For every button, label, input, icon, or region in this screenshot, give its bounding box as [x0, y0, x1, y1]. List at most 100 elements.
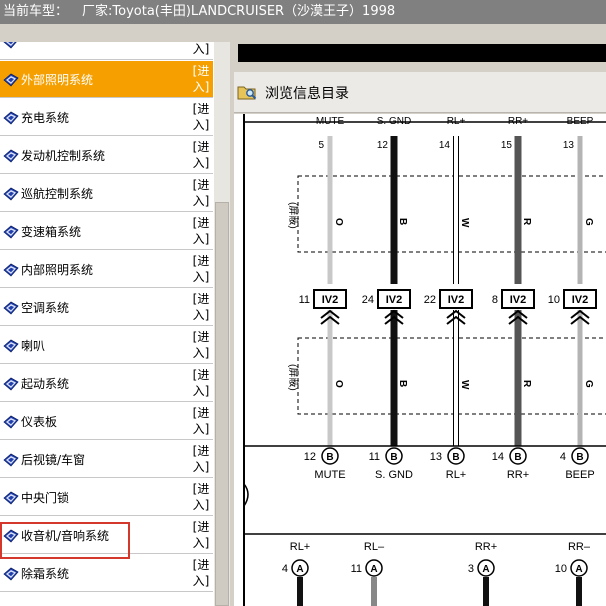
sidebar-item-8[interactable]: 喇叭 [进 入] [0, 327, 213, 364]
sidebar-item-label: 空调系统 [21, 301, 70, 315]
wire-color-code: O [333, 218, 344, 226]
pin-number: 4 [560, 451, 566, 463]
wire-color-code: R [521, 218, 532, 226]
pin-function-label: RL+ [447, 116, 466, 127]
shield-label: (屏蔽) [287, 202, 299, 229]
pin-number: 14 [439, 140, 451, 151]
connector-pin-number: 10 [548, 294, 560, 306]
book-icon [3, 491, 19, 505]
enter-link[interactable]: [进入] [190, 557, 212, 589]
sidebar-item-7[interactable]: 空调系统 [进 入] [0, 289, 213, 326]
wiring-diagram-canvas: (屏蔽) (屏蔽) MUTE 5 O O 11 IV2 12 B MUTE S. GND 12 B B 24 I… [243, 114, 606, 606]
shield-box-bottom [297, 337, 606, 415]
folder-search-icon [237, 86, 257, 100]
sidebar-item-12[interactable]: 中央门锁 [进 入] [0, 479, 213, 516]
book-icon [3, 415, 19, 429]
sidebar-item-4[interactable]: 巡航控制系统 [进 入] [0, 175, 213, 212]
vertical-scrollbar[interactable] [214, 42, 230, 606]
enter-link[interactable]: [进入] [190, 177, 212, 209]
pin-function-label: BEEP [565, 469, 594, 481]
pin-function-label: MUTE [314, 469, 345, 481]
pin-number: 15 [501, 140, 513, 151]
book-icon [3, 377, 19, 391]
sidebar-item-1[interactable]: 外部照明系统 [进 入] [0, 61, 213, 98]
enter-link[interactable]: [进入] [190, 367, 212, 399]
system-list-panel: 防抱死制动系统（ABS）[进入]外部照明系统[进入]充电系统[进入]发动机控制系… [0, 42, 214, 606]
book-icon [3, 73, 19, 87]
connector-label: IV2 [322, 294, 339, 306]
pin-letter: B [326, 452, 333, 463]
enter-link[interactable]: [进入] [190, 443, 212, 475]
pin-letter: A [575, 564, 582, 575]
connector-pin-number: 11 [299, 294, 310, 306]
pin-letter: A [482, 564, 489, 575]
sidebar-item-label: 充电系统 [21, 111, 70, 125]
book-icon [3, 149, 19, 163]
wire-color-code: W [459, 218, 470, 228]
pin-number: 5 [318, 140, 324, 151]
enter-link[interactable]: [进入] [190, 63, 212, 95]
enter-link[interactable]: [进入] [190, 101, 212, 133]
sidebar-item-5[interactable]: 变速箱系统 [进 入] [0, 213, 213, 250]
book-icon [3, 111, 19, 125]
book-icon [3, 42, 17, 49]
sidebar-item-label: 中央门锁 [21, 491, 70, 505]
pin-letter: B [452, 452, 459, 463]
enter-link[interactable]: [进入] [190, 519, 212, 551]
sidebar-item-label: 收音机/音响系统 [21, 529, 110, 543]
book-icon [3, 567, 19, 581]
book-icon [3, 263, 19, 277]
enter-link[interactable]: [进入] [190, 329, 212, 361]
pin-letter: A [296, 564, 303, 575]
sidebar-item-label: 喇叭 [21, 339, 46, 353]
book-icon [3, 339, 19, 353]
connector-label: IV2 [572, 294, 589, 306]
pin-function-label: RR– [568, 541, 591, 553]
pin-function-label: RR+ [507, 469, 529, 481]
book-icon [3, 529, 19, 543]
book-icon [3, 187, 19, 201]
pin-letter: B [576, 452, 583, 463]
book-icon [3, 225, 19, 239]
sidebar-item-2[interactable]: 充电系统 [进 入] [0, 99, 213, 136]
pin-function-label: RL+ [446, 469, 467, 481]
pin-letter: B [514, 452, 521, 463]
pin-number: 11 [351, 563, 362, 575]
sidebar-item-label: 发动机控制系统 [21, 149, 106, 163]
wire-color-code: G [583, 218, 594, 226]
sidebar-item-9[interactable]: 起动系统 [进 入] [0, 365, 213, 402]
shield-box-top [297, 175, 606, 253]
scrollbar-thumb[interactable] [215, 202, 229, 606]
enter-link[interactable]: [进入] [190, 405, 212, 437]
pin-number: 12 [377, 140, 389, 151]
wire-color-code: G [583, 380, 594, 388]
vehicle-name: 厂家:Toyota(丰田)LANDCRUISER（沙漠王子）1998 [82, 4, 396, 19]
pin-function-label: S. GND [375, 469, 413, 481]
pin-number: 10 [555, 563, 567, 575]
connector-label: IV2 [510, 294, 527, 306]
enter-link[interactable]: [进入] [190, 42, 212, 57]
wiring-diagram: (屏蔽) (屏蔽) MUTE 5 O O 11 IV2 12 B MUTE S. GND 12 B B 24 I… [234, 114, 606, 606]
wire-color-code: W [459, 380, 470, 390]
sidebar-item-label: 除霜系统 [21, 567, 70, 581]
enter-link[interactable]: [进入] [190, 291, 212, 323]
enter-link[interactable]: [进入] [190, 139, 212, 171]
sidebar-item-0[interactable]: 防抱死制动系统（ABS）[进入] [0, 42, 213, 60]
sidebar-item-13[interactable]: 收音机/音响系统 [进 入] [0, 517, 213, 554]
wire-color-code: R [521, 380, 532, 388]
pin-function-label: MUTE [316, 116, 345, 127]
shield-label: (屏蔽) [287, 364, 299, 391]
sidebar-item-14[interactable]: 除霜系统 [进 入] [0, 555, 213, 592]
sidebar-item-label: 起动系统 [21, 377, 70, 391]
sidebar-item-11[interactable]: 后视镜/车窗 [进 入] [0, 441, 213, 478]
wire-color-code: B [397, 380, 408, 387]
sidebar-item-3[interactable]: 发动机控制系统 [进 入] [0, 137, 213, 174]
pin-letter: B [390, 452, 397, 463]
enter-link[interactable]: [进入] [190, 215, 212, 247]
enter-link[interactable]: [进入] [190, 253, 212, 285]
connector-pin-number: 8 [492, 294, 498, 306]
pin-number: 12 [304, 451, 316, 463]
enter-link[interactable]: [进入] [190, 481, 212, 513]
sidebar-item-10[interactable]: 仪表板 [进 入] [0, 403, 213, 440]
sidebar-item-6[interactable]: 内部照明系统 [进 入] [0, 251, 213, 288]
